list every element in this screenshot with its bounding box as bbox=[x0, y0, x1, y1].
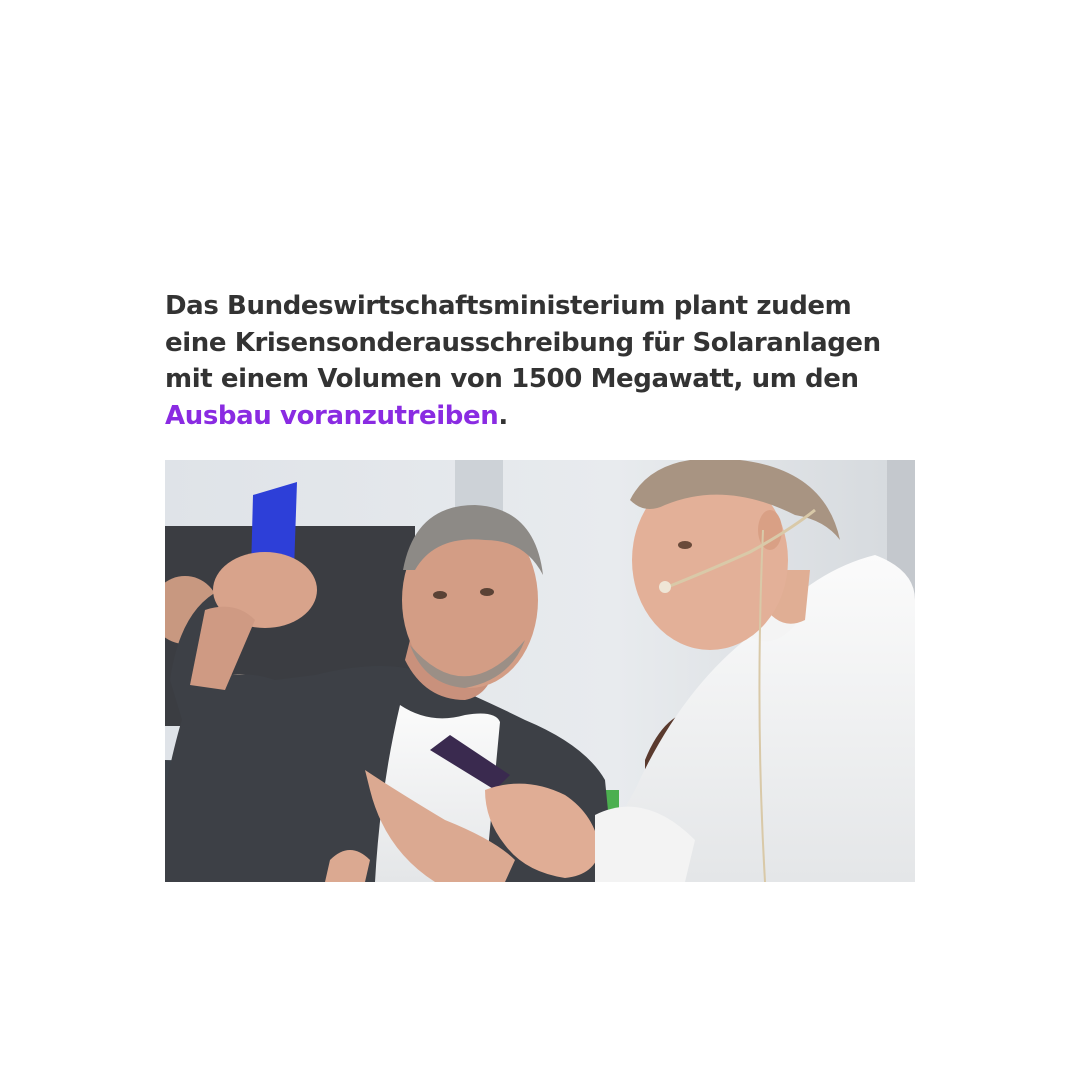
lead-line-3: mit einem Volumen von 1500 Megawatt, um … bbox=[165, 364, 859, 394]
left-man-eye-1 bbox=[433, 591, 447, 599]
photo-illustration bbox=[165, 460, 915, 882]
article-photo bbox=[165, 460, 915, 882]
left-man-eye-2 bbox=[480, 588, 494, 596]
lead-period: . bbox=[498, 400, 508, 431]
lead-link[interactable]: Ausbau voranzutreiben bbox=[165, 401, 499, 431]
headset-mic-tip bbox=[659, 581, 671, 593]
lead-line-2: eine Krisensonderausschreibung für Solar… bbox=[165, 327, 881, 358]
lead-line-1: Das Bundeswirtschaftsministerium plant z… bbox=[165, 291, 852, 321]
article-lead: Das Bundeswirtschaftsministerium plant z… bbox=[165, 288, 925, 434]
right-man-eye bbox=[678, 541, 692, 549]
lead-paragraph: Das Bundeswirtschaftsministerium plant z… bbox=[165, 288, 925, 434]
